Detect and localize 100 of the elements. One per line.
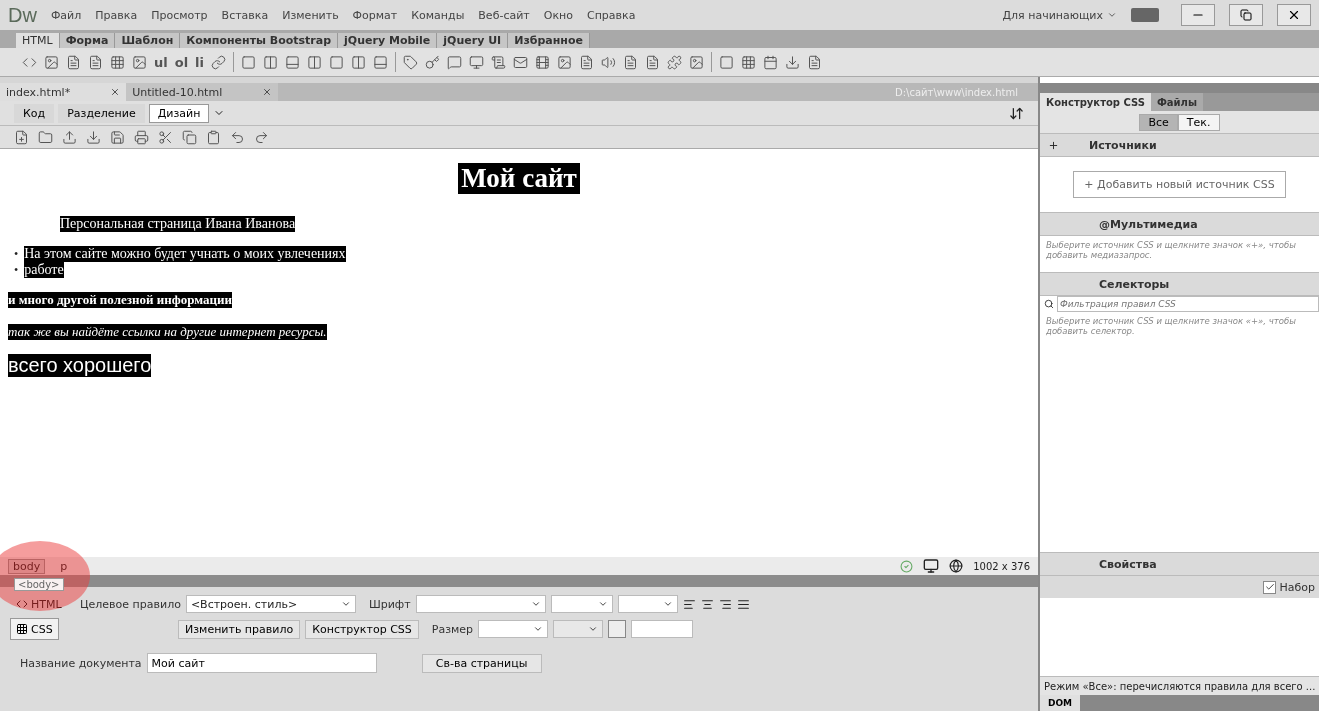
rule-button[interactable]: Конструктор CSS xyxy=(305,619,419,639)
insert-button[interactable]: ol xyxy=(174,54,189,70)
align-left-icon[interactable] xyxy=(682,597,696,611)
tag-selector[interactable]: body xyxy=(8,558,46,574)
image-icon[interactable] xyxy=(132,54,147,70)
insert-button[interactable]: li xyxy=(195,54,205,70)
redo-icon[interactable] xyxy=(254,129,269,145)
media-icon[interactable] xyxy=(557,54,573,70)
close-button[interactable] xyxy=(1277,4,1311,26)
mode-button[interactable]: CSS xyxy=(10,618,59,640)
align-center-icon[interactable] xyxy=(700,597,714,611)
justify-icon[interactable] xyxy=(736,597,750,611)
tag-icon[interactable] xyxy=(403,54,419,70)
sort-icon[interactable] xyxy=(1009,105,1024,121)
view-button[interactable]: Дизайн xyxy=(148,103,210,123)
menu-item[interactable]: Просмотр xyxy=(151,8,208,22)
layout-icon[interactable] xyxy=(285,54,301,70)
cut-icon[interactable] xyxy=(158,129,173,145)
upload-icon[interactable] xyxy=(62,129,77,145)
download-icon[interactable] xyxy=(86,129,101,145)
insert-tab[interactable]: Избранное xyxy=(508,33,590,48)
restore-button[interactable] xyxy=(1229,4,1263,26)
rule-button[interactable]: Изменить правило xyxy=(178,619,301,639)
paste-icon[interactable] xyxy=(206,129,221,145)
title-field[interactable]: Мой сайт xyxy=(146,653,377,673)
calendar-icon[interactable] xyxy=(763,54,779,70)
layout-icon[interactable] xyxy=(329,54,345,70)
document-tab[interactable]: index.html* xyxy=(0,83,127,101)
key-icon[interactable] xyxy=(425,54,441,70)
scroll-icon[interactable] xyxy=(491,54,507,70)
grid-icon[interactable] xyxy=(741,54,757,70)
filter-toggle[interactable]: Все xyxy=(1139,113,1178,131)
menu-item[interactable]: Изменить xyxy=(282,8,339,22)
window-size[interactable]: 1002 x 376 xyxy=(973,560,1030,572)
folder-icon[interactable] xyxy=(38,129,53,145)
panel-tab[interactable]: Файлы xyxy=(1150,93,1203,111)
image-icon[interactable] xyxy=(44,54,59,70)
view-button[interactable]: Код xyxy=(14,103,55,123)
save-icon[interactable] xyxy=(110,129,125,145)
panel-tab[interactable]: DOM xyxy=(1040,695,1081,711)
file-icon[interactable] xyxy=(579,54,595,70)
layout-icon[interactable] xyxy=(307,54,323,70)
globe-icon[interactable] xyxy=(949,559,964,573)
undo-icon[interactable] xyxy=(230,129,245,145)
table-icon[interactable] xyxy=(110,54,125,70)
insert-tab[interactable]: Компоненты Bootstrap xyxy=(180,33,339,48)
insert-tab[interactable]: jQuery UI xyxy=(437,33,509,48)
link-icon[interactable] xyxy=(211,54,227,70)
menu-item[interactable]: Команды xyxy=(411,8,465,22)
panel-tab[interactable]: Конструктор CSS xyxy=(1040,93,1151,111)
checkbox[interactable] xyxy=(1263,580,1277,594)
insert-tab[interactable]: Шаблон xyxy=(115,33,181,48)
add-icon[interactable] xyxy=(1048,139,1059,151)
check-icon[interactable] xyxy=(900,559,914,573)
filter-field[interactable]: Фильтрация правил CSS xyxy=(1057,296,1319,312)
layout-icon[interactable] xyxy=(241,54,257,70)
image-icon[interactable] xyxy=(689,54,705,70)
insert-tab[interactable]: HTML xyxy=(16,33,60,48)
menu-item[interactable]: Правка xyxy=(95,8,138,22)
workspace-switcher[interactable]: Для начинающих xyxy=(1002,8,1117,22)
menu-item[interactable]: Файл xyxy=(50,8,82,22)
view-button[interactable]: Разделение xyxy=(58,103,145,123)
insert-tab[interactable]: jQuery Mobile xyxy=(338,33,438,48)
target-rule-select[interactable]: <Встроен. стиль> xyxy=(185,595,356,613)
plugin-icon[interactable] xyxy=(667,54,683,70)
page-heading: Мой сайт xyxy=(458,163,580,194)
frame-icon[interactable] xyxy=(719,54,735,70)
minimize-button[interactable] xyxy=(1181,4,1215,26)
page-properties-button[interactable]: Св-ва страницы xyxy=(421,653,542,673)
close-icon[interactable] xyxy=(110,87,121,97)
file-icon[interactable] xyxy=(623,54,639,70)
layout-icon[interactable] xyxy=(351,54,367,70)
layout-icon[interactable] xyxy=(263,54,279,70)
menu-item[interactable]: Окно xyxy=(543,8,573,22)
menu-item[interactable]: Вставка xyxy=(221,8,269,22)
filter-toggle[interactable]: Тек. xyxy=(1177,113,1220,131)
download-icon[interactable] xyxy=(785,54,801,70)
copy-icon[interactable] xyxy=(182,129,197,145)
menu-item[interactable]: Веб-сайт xyxy=(478,8,530,22)
speaker-icon[interactable] xyxy=(601,54,617,70)
align-right-icon[interactable] xyxy=(718,597,732,611)
mail-icon[interactable] xyxy=(513,54,529,70)
video-icon[interactable] xyxy=(535,54,551,70)
file-icon[interactable] xyxy=(645,54,661,70)
menu-item[interactable]: Справка xyxy=(586,8,636,22)
layout-icon[interactable] xyxy=(373,54,389,70)
insert-button[interactable]: ul xyxy=(154,54,168,70)
new-file-icon[interactable] xyxy=(14,129,29,145)
insert-tab[interactable]: Форма xyxy=(59,33,116,48)
comment-icon[interactable] xyxy=(447,54,463,70)
color-swatch[interactable] xyxy=(608,620,627,638)
mode-button[interactable]: HTML xyxy=(10,593,68,615)
document-tab[interactable]: Untitled-10.html xyxy=(126,83,279,101)
add-source-button[interactable]: + Добавить новый источник CSS xyxy=(1073,171,1286,198)
monitor-icon[interactable] xyxy=(923,558,940,574)
print-icon[interactable] xyxy=(134,129,149,145)
close-icon[interactable] xyxy=(262,87,273,97)
menu-item[interactable]: Формат xyxy=(352,8,398,22)
tag-selector[interactable]: p xyxy=(55,558,73,574)
color-field[interactable] xyxy=(631,620,694,638)
